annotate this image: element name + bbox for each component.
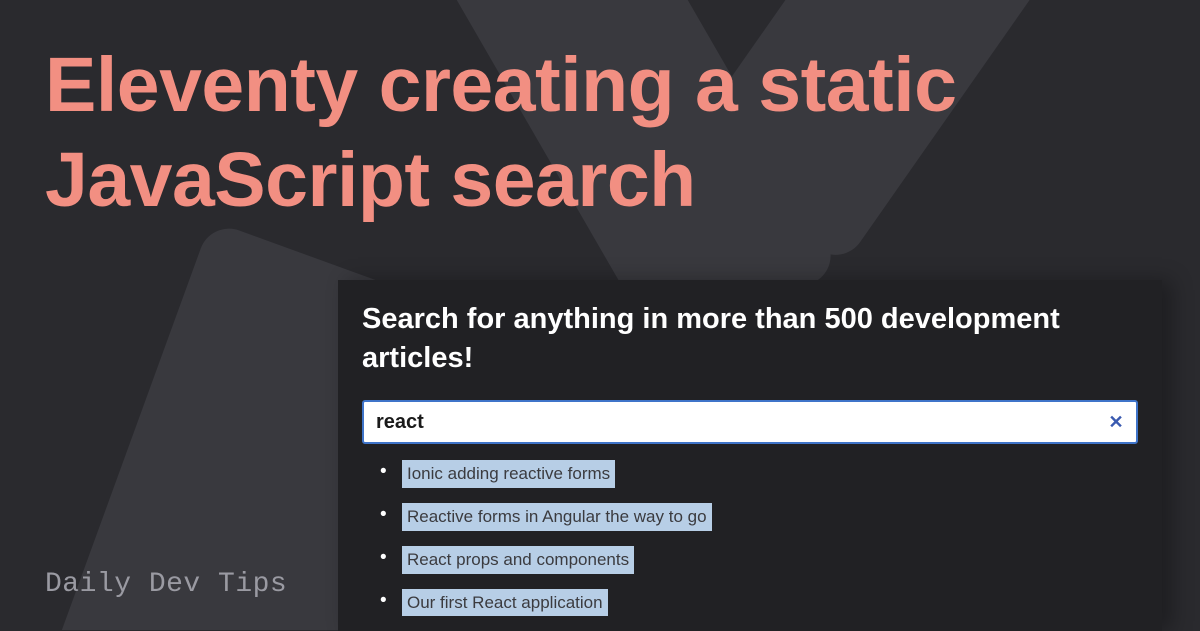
result-link[interactable]: React props and components (402, 546, 634, 574)
result-link[interactable]: Ionic adding reactive forms (402, 460, 615, 488)
page-title: Eleventy creating a static JavaScript se… (45, 38, 1140, 229)
search-card: Search for anything in more than 500 dev… (338, 280, 1162, 631)
site-name: Daily Dev Tips (45, 569, 287, 600)
list-item: Ionic adding reactive forms (402, 460, 1138, 488)
clear-search-button[interactable]: ✕ (1099, 405, 1133, 439)
list-item: Our first React application (402, 589, 1138, 617)
search-heading: Search for anything in more than 500 dev… (362, 300, 1138, 378)
result-link[interactable]: Our first React application (402, 589, 608, 617)
result-link[interactable]: Reactive forms in Angular the way to go (402, 503, 712, 531)
list-item: Reactive forms in Angular the way to go (402, 503, 1138, 531)
close-icon: ✕ (1108, 412, 1123, 433)
search-input-wrapper: ✕ (362, 400, 1138, 444)
search-results-list: Ionic adding reactive forms Reactive for… (362, 454, 1138, 616)
list-item: React props and components (402, 546, 1138, 574)
search-input[interactable] (362, 400, 1138, 444)
